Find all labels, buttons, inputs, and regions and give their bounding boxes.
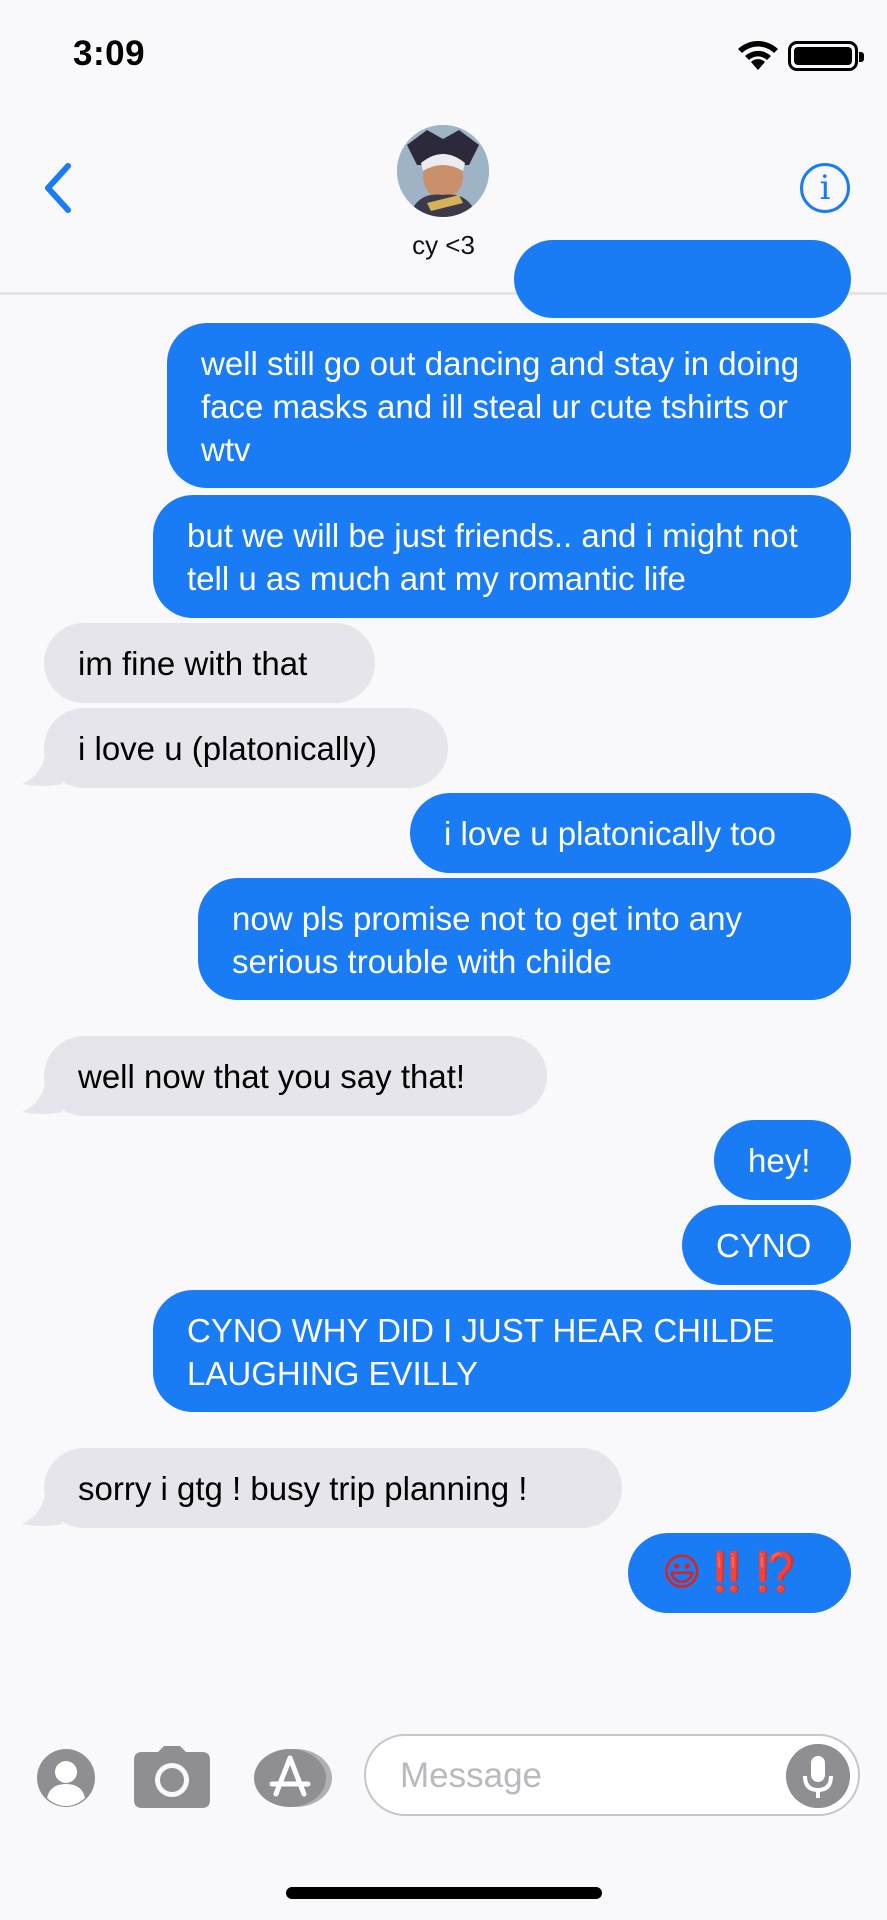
bubble-tail	[22, 1488, 62, 1526]
message-bubble-outgoing[interactable]: now pls promise not to get into any seri…	[198, 878, 851, 1000]
message-bubble-outgoing[interactable]: but we will be just friends.. and i migh…	[153, 495, 851, 618]
contact-avatar[interactable]	[397, 125, 489, 217]
bubble-tail	[22, 748, 62, 786]
message-bubble-outgoing[interactable]: 😃‼️⁉️	[628, 1533, 851, 1613]
message-bubble-incoming[interactable]: sorry i gtg ! busy trip planning !	[44, 1448, 622, 1528]
message-bubble-incoming[interactable]: i love u (platonically)	[44, 708, 448, 788]
message-bubble-outgoing[interactable]: well still go out dancing and stay in do…	[167, 323, 851, 488]
message-bubble-outgoing[interactable]: CYNO	[682, 1205, 851, 1285]
message-bubble-incoming[interactable]: well now that you say that!	[44, 1036, 547, 1116]
app-store-icon[interactable]	[252, 1748, 334, 1808]
microphone-icon[interactable]	[786, 1744, 850, 1808]
contact-icon[interactable]	[36, 1748, 96, 1808]
message-bubble-partial	[514, 240, 851, 318]
message-field[interactable]	[364, 1734, 860, 1816]
camera-icon[interactable]	[134, 1746, 210, 1808]
message-bubble-outgoing[interactable]: hey!	[714, 1120, 851, 1200]
bubble-tail	[22, 1076, 62, 1114]
chevron-left-icon[interactable]	[38, 160, 78, 216]
message-input[interactable]	[400, 1754, 780, 1798]
info-icon[interactable]: i	[800, 163, 850, 213]
home-indicator[interactable]	[286, 1887, 602, 1899]
message-bubble-outgoing[interactable]: CYNO WHY DID I JUST HEAR CHILDE LAUGHING…	[153, 1290, 851, 1412]
message-bubble-outgoing[interactable]: i love u platonically too	[410, 793, 851, 873]
message-bubble-incoming[interactable]: im fine with that	[44, 623, 375, 703]
